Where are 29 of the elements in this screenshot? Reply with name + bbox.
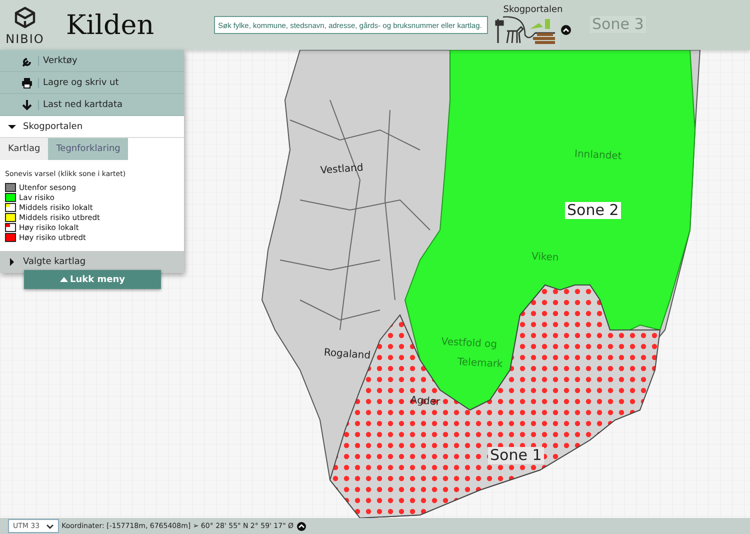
logo-text: NIBIO xyxy=(6,32,44,46)
legend-swatch xyxy=(5,222,16,232)
forest-logo-drawing xyxy=(495,15,557,45)
zone-label[interactable]: Sone 2 xyxy=(565,202,621,219)
place-label: Vestfold og xyxy=(441,336,498,350)
caret-up-icon xyxy=(60,277,68,282)
app-title: Kilden xyxy=(66,10,156,40)
menu-item[interactable]: Verktøy xyxy=(0,50,184,72)
place-label: Innlandet xyxy=(574,148,622,162)
collapse-icon xyxy=(561,25,571,35)
chevron-down-icon xyxy=(46,524,54,528)
download-icon xyxy=(21,98,33,110)
legend-swatch xyxy=(5,202,16,212)
menu-item[interactable]: Last ned kartdata xyxy=(0,94,184,116)
menu-item[interactable]: Lagre og skriv ut xyxy=(0,72,184,94)
section-header[interactable]: Valgte kartlag xyxy=(0,251,184,273)
close-menu-button[interactable]: Lukk meny xyxy=(24,270,161,289)
tab[interactable]: Tegnforklaring xyxy=(48,138,128,160)
expand-icon xyxy=(296,522,306,530)
place-label: Rogaland xyxy=(324,347,371,362)
zone-label[interactable]: Sone 1 xyxy=(488,447,544,464)
place-label: Viken xyxy=(531,251,560,264)
tab[interactable]: Kartlag xyxy=(0,138,48,160)
place-label: Agder xyxy=(410,394,440,408)
section-header[interactable]: Skogportalen xyxy=(0,116,184,137)
printer-icon xyxy=(21,76,33,88)
place-label: Vestland xyxy=(320,162,364,176)
place-label: Telemark xyxy=(457,356,504,370)
portal-label[interactable]: Skogportalen xyxy=(503,5,563,15)
